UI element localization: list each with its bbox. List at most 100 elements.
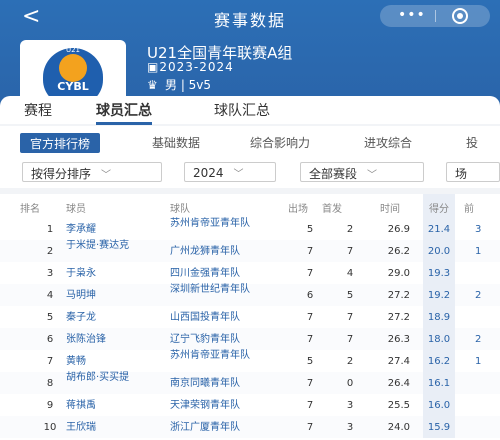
more-icon[interactable]: ••• [398, 7, 426, 23]
player-link[interactable]: 马明坤 [66, 290, 136, 301]
team-link[interactable]: 南京同曦青年队 [170, 378, 290, 389]
trophy-icon: ♛ [147, 78, 158, 92]
apps-cell: 7 [306, 268, 314, 279]
time-cell: 25.5 [387, 400, 410, 411]
tab-team-summary[interactable]: 球队汇总 [214, 100, 270, 120]
apps-cell: 5 [306, 356, 314, 367]
apps-cell: 7 [306, 400, 314, 411]
extra-cell: 1 [475, 356, 482, 367]
starts-cell: 3 [346, 400, 354, 411]
time-cell: 29.0 [387, 268, 410, 279]
team-link[interactable]: 天津荣钢青年队 [170, 400, 290, 411]
col-starts[interactable]: 首发 [322, 200, 342, 215]
time-cell: 26.3 [387, 334, 410, 345]
team-link[interactable]: 深圳新世纪青年队 [170, 284, 290, 295]
col-apps[interactable]: 出场 [288, 200, 308, 215]
apps-cell: 7 [306, 246, 314, 257]
col-extra[interactable]: 前 [464, 200, 474, 215]
year-select[interactable]: 2024 ﹀ [184, 162, 276, 182]
season-label: ▣2023-2024 [147, 60, 234, 74]
apps-cell: 7 [306, 312, 314, 323]
tab-schedule[interactable]: 赛程 [24, 100, 52, 120]
table-row[interactable]: 2 于米提·赛达克 广州龙狮青年队 7 7 26.2 20.0 1 [0, 240, 500, 262]
player-link[interactable]: 于米提·赛达克 [66, 240, 136, 251]
league-meta: ♛ 男 | 5v5 [147, 78, 212, 92]
table-row[interactable]: 7 黄畅 苏州肯帝亚青年队 5 2 27.4 16.2 1 [0, 350, 500, 372]
col-points[interactable]: 得分 [423, 194, 455, 218]
points-cell: 21.4 [423, 218, 455, 240]
points-cell: 18.9 [423, 306, 455, 328]
team-link[interactable]: 浙江广厦青年队 [170, 422, 290, 433]
player-link[interactable]: 张陈治锋 [66, 334, 136, 345]
sort-select[interactable]: 按得分排序 ﹀ [22, 162, 162, 182]
close-target-icon[interactable] [452, 8, 468, 24]
table-row[interactable]: 3 于枭永 四川金强青年队 7 4 29.0 19.3 [0, 262, 500, 284]
player-link[interactable]: 于枭永 [66, 268, 136, 279]
rank-cell: 2 [46, 246, 54, 257]
subtab-shooting[interactable]: 投 [466, 134, 478, 151]
time-cell: 26.2 [387, 246, 410, 257]
col-player[interactable]: 球员 [66, 200, 86, 215]
extra-cell: 2 [475, 334, 482, 345]
starts-cell: 7 [346, 246, 354, 257]
team-link[interactable]: 苏州肯帝亚青年队 [170, 218, 290, 229]
starts-cell: 2 [346, 356, 354, 367]
logo-top-text: U21 [65, 46, 81, 54]
rank-cell: 3 [46, 268, 54, 279]
apps-cell: 7 [306, 422, 314, 433]
col-rank[interactable]: 排名 [20, 200, 40, 215]
player-link[interactable]: 胡布郎·买买提 [66, 372, 136, 383]
player-link[interactable]: 王欣瑞 [66, 422, 136, 433]
points-cell: 16.2 [423, 350, 455, 372]
table-row[interactable]: 5 秦子龙 山西国投青年队 7 7 27.2 18.9 [0, 306, 500, 328]
team-link[interactable]: 辽宁飞豹青年队 [170, 334, 290, 345]
table-row[interactable]: 8 胡布郎·买买提 南京同曦青年队 7 0 26.4 16.1 [0, 372, 500, 394]
player-ranking-table: 排名 球员 球队 出场 首发 时间 得分 前 1 李承耀 苏州肯帝亚青年队 5 … [0, 194, 500, 440]
starts-cell: 7 [346, 312, 354, 323]
rank-cell: 7 [46, 356, 54, 367]
team-link[interactable]: 广州龙狮青年队 [170, 246, 290, 257]
table-row[interactable]: 1 李承耀 苏州肯帝亚青年队 5 2 26.9 21.4 3 [0, 218, 500, 240]
points-cell: 16.1 [423, 372, 455, 394]
team-link[interactable]: 苏州肯帝亚青年队 [170, 350, 290, 361]
player-link[interactable]: 蒋祺禹 [66, 400, 136, 411]
rank-cell: 4 [46, 290, 54, 301]
table-row[interactable]: 9 蒋祺禹 天津荣钢青年队 7 3 25.5 16.0 [0, 394, 500, 416]
player-link[interactable]: 黄畅 [66, 356, 136, 367]
rank-cell: 1 [46, 224, 54, 235]
subtab-official-ranking[interactable]: 官方排行榜 [20, 133, 101, 153]
capsule-divider [435, 10, 436, 22]
chevron-down-icon: ﹀ [367, 170, 378, 181]
team-link[interactable]: 山西国投青年队 [170, 312, 290, 323]
player-link[interactable]: 李承耀 [66, 224, 136, 235]
starts-cell: 4 [346, 268, 354, 279]
rank-cell: 6 [46, 334, 54, 345]
team-link[interactable]: 四川金强青年队 [170, 268, 290, 279]
col-time[interactable]: 时间 [380, 200, 400, 215]
starts-cell: 2 [346, 224, 354, 235]
main-tabs: 赛程 球员汇总 球队汇总 [0, 96, 500, 125]
starts-cell: 7 [346, 334, 354, 345]
table-row[interactable]: 6 张陈治锋 辽宁飞豹青年队 7 7 26.3 18.0 2 [0, 328, 500, 350]
time-cell: 27.4 [387, 356, 410, 367]
top-bar: < 赛事数据 ••• [0, 0, 500, 34]
table-header: 排名 球员 球队 出场 首发 时间 得分 前 [0, 194, 500, 218]
points-cell: 20.0 [423, 240, 455, 262]
table-row[interactable]: 4 马明坤 深圳新世纪青年队 6 5 27.2 19.2 2 [0, 284, 500, 306]
points-cell: 19.2 [423, 284, 455, 306]
basketball-icon [59, 54, 87, 82]
filter-bar: 按得分排序 ﹀ 2024 ﹀ 全部赛段 ﹀ 场 [0, 158, 500, 188]
player-link[interactable]: 秦子龙 [66, 312, 136, 323]
subtab-overall-impact[interactable]: 综合影响力 [250, 134, 310, 151]
mini-program-capsule: ••• [380, 5, 490, 27]
stage-select[interactable]: 全部赛段 ﹀ [300, 162, 424, 182]
extra-cell: 2 [475, 290, 482, 301]
subtab-basic-data[interactable]: 基础数据 [152, 134, 200, 151]
table-row[interactable]: 10 王欣瑞 浙江广厦青年队 7 3 24.0 15.9 [0, 416, 500, 438]
time-cell: 26.9 [387, 224, 410, 235]
sub-tabs: 官方排行榜 基础数据 综合影响力 进攻综合 投 [0, 126, 500, 158]
game-select[interactable]: 场 [446, 162, 500, 182]
subtab-offense[interactable]: 进攻综合 [364, 134, 412, 151]
tab-player-summary[interactable]: 球员汇总 [96, 100, 152, 125]
col-team[interactable]: 球队 [170, 200, 190, 215]
